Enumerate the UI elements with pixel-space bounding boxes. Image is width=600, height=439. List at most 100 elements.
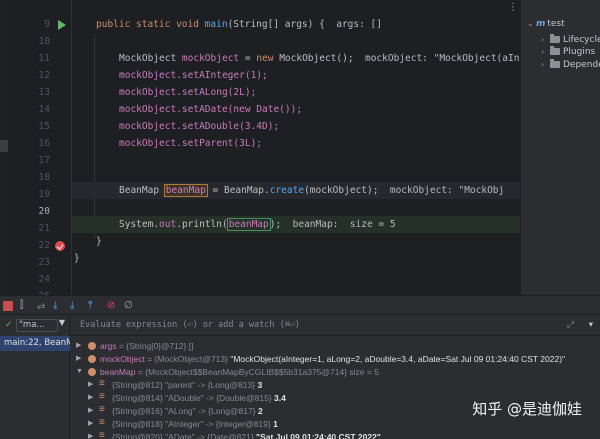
folder-icon <box>550 46 560 55</box>
code-method-call: .setAInteger( <box>176 70 251 81</box>
line-number: 18 <box>38 172 50 183</box>
folder-icon <box>550 34 560 43</box>
gutter-line[interactable]: 24 <box>8 271 72 288</box>
tree-item-label: test <box>547 19 565 29</box>
run-icon[interactable] <box>58 20 66 30</box>
closing-brace: } <box>74 253 80 264</box>
code-keyword: new <box>233 104 257 115</box>
gutter-line[interactable]: 16 <box>8 135 72 152</box>
chevron-right-icon[interactable]: ▶ <box>76 339 81 353</box>
gutter-line[interactable]: 13 <box>8 84 72 101</box>
variables-tree[interactable]: ▶ args = {String[0]@712} [] ▶ mockObject = … <box>70 336 600 439</box>
chevron-right-icon[interactable]: › <box>541 45 550 59</box>
frame-item[interactable]: main:22, BeanM <box>0 336 70 351</box>
frames-list[interactable]: main:22, BeanM <box>0 336 70 439</box>
step-over-icon[interactable]: ⥄ <box>37 300 49 312</box>
gutter-line[interactable]: 10 <box>8 33 72 50</box>
code-method-call: .setADate( <box>176 104 234 115</box>
gutter-line[interactable]: 22 <box>8 237 72 254</box>
variable-row[interactable]: ▶ mockObject = {MockObject@713} "MockObje… <box>70 352 600 366</box>
code-line-15[interactable]: mockObject.setADouble(3.4D); <box>119 118 520 135</box>
dropdown-icon[interactable]: ▾ <box>589 315 593 336</box>
indent-guide <box>94 34 95 239</box>
gutter-line[interactable]: 18 <box>8 169 72 186</box>
editor-gutter[interactable]: 910111213141516171819202122232425 <box>8 0 72 302</box>
variable-value: 1 <box>273 419 278 429</box>
line-number: 12 <box>38 70 50 81</box>
code-editor[interactable]: public static void main(String[] args) {… <box>72 0 520 295</box>
gutter-line[interactable]: 9 <box>8 16 72 33</box>
breakpoint-icon[interactable] <box>55 241 65 251</box>
breakpoint-icon[interactable]: ⊘ <box>107 300 119 312</box>
chevron-down-icon[interactable]: ▼ <box>76 365 83 379</box>
chevron-down-icon[interactable]: ⌄ <box>527 17 536 31</box>
gutter-line[interactable]: 20 <box>8 203 72 220</box>
chevron-right-icon[interactable]: › <box>541 58 550 72</box>
folder-icon <box>550 59 560 68</box>
dropdown-icon[interactable]: ▼ <box>59 318 65 327</box>
chevron-right-icon[interactable]: ▶ <box>88 378 93 392</box>
chevron-right-icon[interactable]: ▶ <box>88 391 93 405</box>
gutter-line[interactable]: 21 <box>8 220 72 237</box>
code-line-13[interactable]: mockObject.setALong(2L); <box>119 84 520 101</box>
code-line-9[interactable]: public static void main(String[] args) {… <box>96 16 520 33</box>
code-method-name: main <box>204 19 228 30</box>
inline-value-hint: args: [] <box>336 19 382 30</box>
gutter-line[interactable]: 14 <box>8 101 72 118</box>
line-number: 16 <box>38 138 50 149</box>
step-into-icon[interactable]: ⤓ <box>53 300 65 312</box>
variable-value: "MockObject(aInteger=1, aLong=2, aDouble… <box>230 354 566 364</box>
thread-selector[interactable]: "ma... <box>16 319 58 332</box>
code-line-20[interactable]: BeanMap beanMap = BeanMap.create(mockObj… <box>72 182 520 199</box>
tree-item-label: Depende <box>563 60 600 70</box>
evaluate-expression-input[interactable]: Evaluate expression (⏎) or add a watch (… <box>70 315 600 336</box>
code-text: = BeanMap. <box>206 185 270 196</box>
gutter-line[interactable]: 12 <box>8 67 72 84</box>
gutter-line[interactable]: 17 <box>8 152 72 169</box>
settings-icon[interactable]: ∅ <box>124 300 136 312</box>
strip-marker <box>0 140 8 152</box>
line-number: 21 <box>38 223 50 234</box>
gutter-line[interactable]: 15 <box>8 118 72 135</box>
tree-item-test[interactable]: ⌄ m test <box>527 17 565 31</box>
gutter-line[interactable]: 19 <box>8 186 72 203</box>
stop-icon[interactable] <box>3 301 13 311</box>
force-step-icon[interactable]: ⤓ <box>70 300 82 312</box>
code-line-22[interactable]: System.out.println(beanMap); beanMap: si… <box>72 216 520 233</box>
code-line-24[interactable]: } <box>74 250 520 267</box>
code-line-16[interactable]: mockObject.setParent(3L); <box>119 135 520 152</box>
code-line-14[interactable]: mockObject.setADate(new Date()); <box>119 101 520 118</box>
variable-row[interactable]: ▶ args = {String[0]@712} [] <box>70 339 600 353</box>
code-line-12[interactable]: mockObject.setAInteger(1); <box>119 67 520 84</box>
code-method-call: .setADouble( <box>176 121 245 132</box>
code-variable: mockObject <box>119 121 177 132</box>
maven-project-panel[interactable]: ⌄ m test › Lifecycle › Plugins › Depende <box>520 0 600 295</box>
code-text: (String[] args) { <box>227 19 337 30</box>
expand-icon[interactable]: ⤢ <box>567 315 574 336</box>
panel-options-icon[interactable]: ⋮ <box>508 2 518 13</box>
chevron-right-icon[interactable]: ▶ <box>88 417 93 431</box>
code-line-11[interactable]: MockObject mockObject = new MockObject()… <box>119 50 520 67</box>
chevron-right-icon[interactable]: ▶ <box>88 430 93 439</box>
code-line-23[interactable]: } <box>96 233 520 250</box>
variable-text: {String@812} "parent" -> {Long@813} 3 <box>112 378 262 392</box>
code-text: ); <box>250 138 263 149</box>
code-method-call: .setALong( <box>176 87 234 98</box>
tree-item-plugins[interactable]: › Plugins <box>541 45 595 59</box>
map-entry-row[interactable]: ▶ {String@812} "parent" -> {Long@813} 3 <box>70 377 600 392</box>
step-out-icon[interactable]: ⤒ <box>88 300 100 312</box>
check-icon: ✓ <box>5 320 13 330</box>
code-text: ); <box>269 219 293 230</box>
map-entry-row[interactable]: ▶ {String@818} "AInteger" -> {Integer@819… <box>70 416 600 431</box>
maven-m-icon: m <box>536 19 546 29</box>
mute-icon[interactable]: ⫿ <box>20 300 32 312</box>
gutter-line[interactable]: 11 <box>8 50 72 67</box>
tree-item-dependencies[interactable]: › Depende <box>541 58 600 72</box>
variable-row[interactable]: ▼ beanMap = {MockObject$$BeanMapByCGLIB$$… <box>70 365 600 379</box>
gutter-line[interactable]: 23 <box>8 254 72 271</box>
chevron-right-icon[interactable]: ▶ <box>76 352 81 366</box>
code-text: = <box>239 53 257 64</box>
chevron-right-icon[interactable]: ▶ <box>88 404 93 418</box>
map-entry-row[interactable]: ▶ {String@820} "ADate" -> {Date@821} "Sat… <box>70 429 600 439</box>
eval-placeholder: Evaluate expression (⏎) or add a watch (… <box>80 320 301 330</box>
